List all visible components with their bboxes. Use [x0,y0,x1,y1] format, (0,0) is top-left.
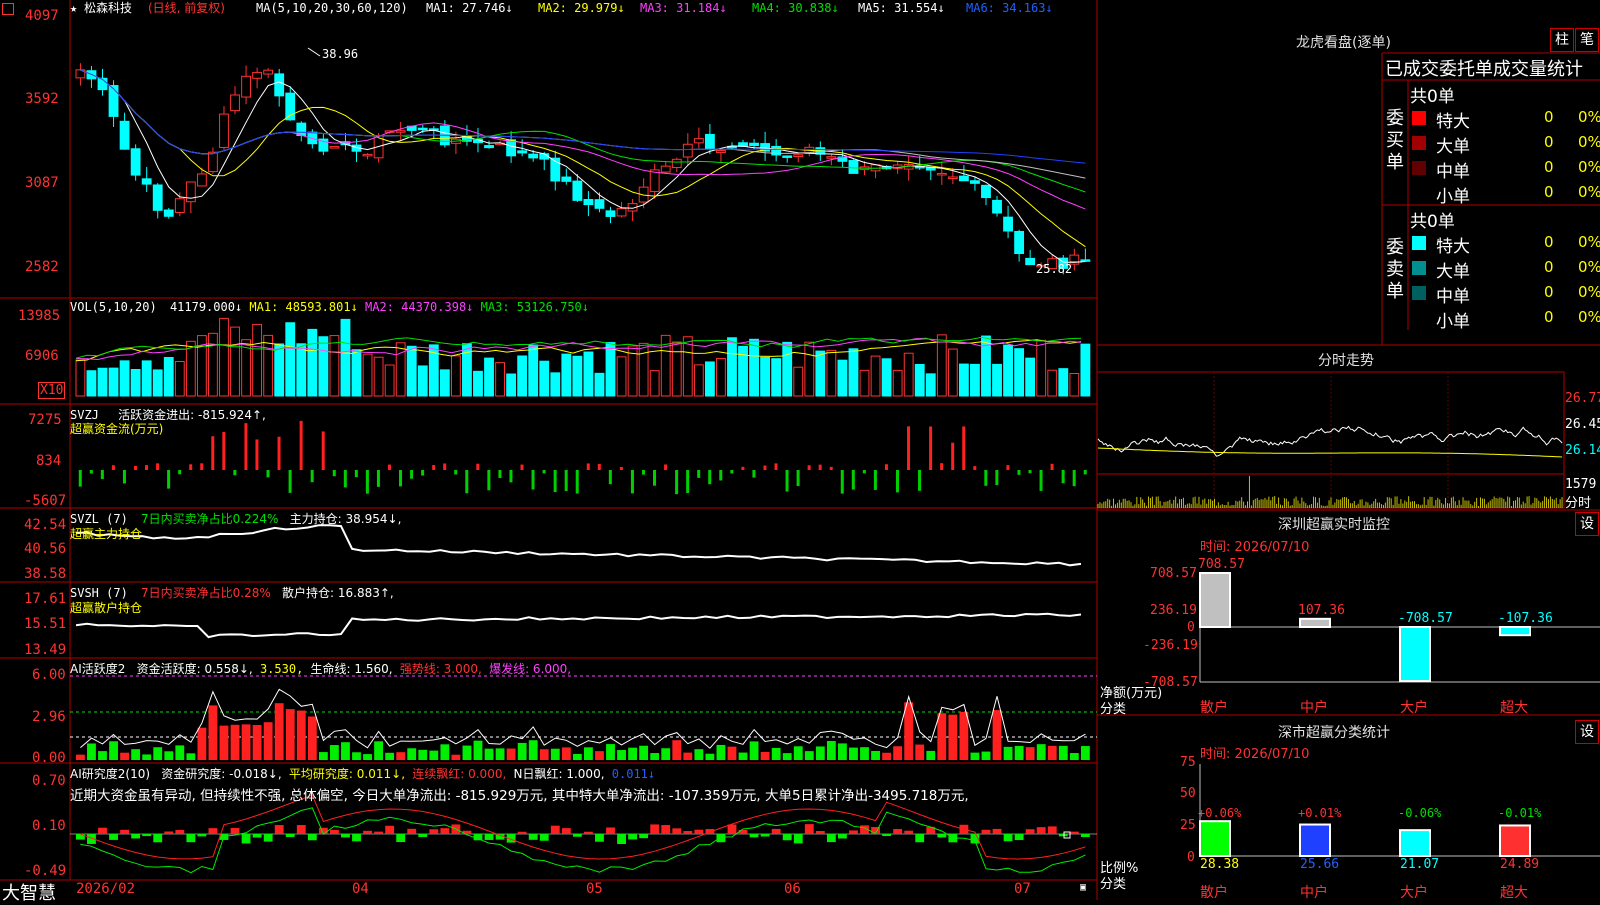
right-charts [1097,425,1600,858]
classify-bar [1199,820,1231,857]
classify-bar [1399,829,1431,857]
monitor-bar [1399,626,1431,682]
monitor-bar [1499,626,1531,637]
classify-bar [1299,823,1331,858]
intraday-price-line [1097,425,1563,457]
classify-bar [1499,824,1531,857]
monitor-bar [1299,617,1331,629]
intraday-avg-line [1097,447,1563,458]
monitor-bar [1199,572,1231,628]
